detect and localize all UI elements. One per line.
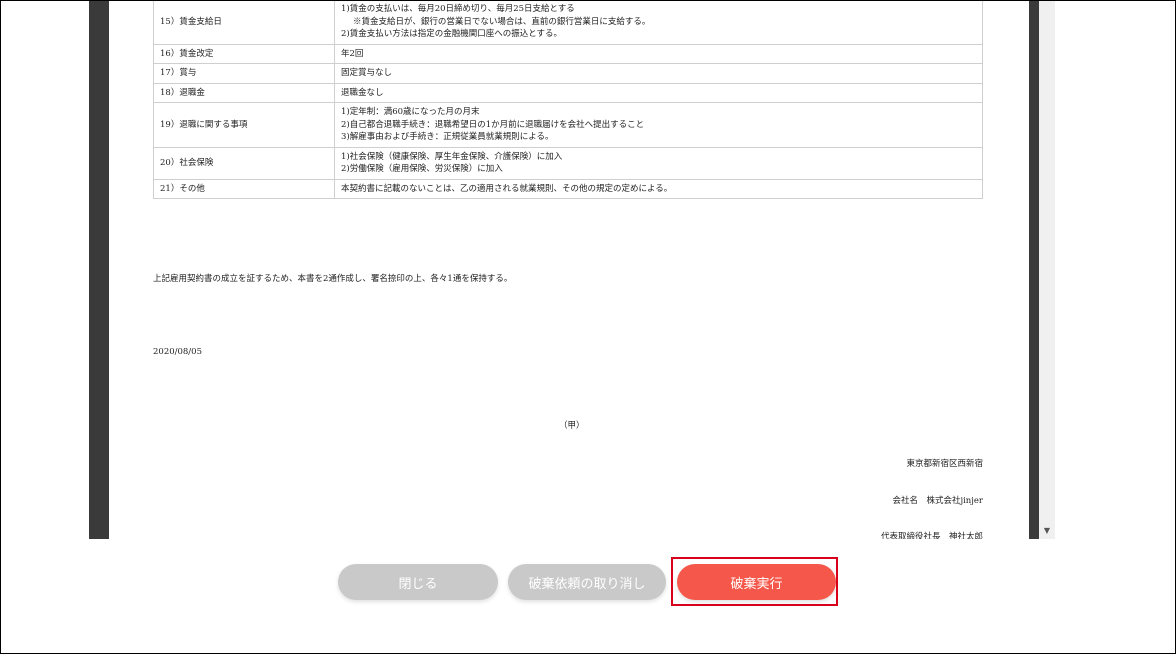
row-value-line: 2)労働保険（雇用保険、労災保険）に加入 bbox=[341, 164, 503, 174]
table-row: 17）賞与 固定賞与なし bbox=[153, 63, 983, 84]
row-value: 年2回 bbox=[334, 43, 983, 64]
row-label: 15）賃金支給日 bbox=[153, 1, 335, 45]
table-row: 21）その他 本契約書に記載のないことは、乙の適用される就業規則、その他の規定の定… bbox=[153, 178, 983, 199]
table-row: 20）社会保険 1)社会保険（健康保険、厚生年金保険、介護保険）に加入 2)労働保険… bbox=[153, 146, 983, 180]
row-value: 1)賃金の支払いは、毎月20日締め切り、毎月25日支給とする ※賃金支給日が、銀行… bbox=[334, 1, 983, 45]
row-value: 1)定年制：満60歳になった月の月末 2)自己都合退職手続き：退職希望日の1か月前… bbox=[334, 102, 983, 148]
party-label: （甲） bbox=[559, 421, 585, 431]
document-viewer[interactable]: 15）賃金支給日 1)賃金の支払いは、毎月20日締め切り、毎月25日支給とする ※賃… bbox=[89, 1, 1055, 539]
cancel-discard-request-button[interactable]: 破棄依頼の取り消し bbox=[508, 564, 666, 600]
viewer-scrollbar[interactable]: ▼ bbox=[1039, 1, 1055, 539]
row-value-line: 年2回 bbox=[341, 48, 364, 59]
row-value: 退職金なし bbox=[334, 82, 983, 103]
company-name: 会社名 株式会社jinjer bbox=[892, 496, 983, 506]
row-value: 1)社会保険（健康保険、厚生年金保険、介護保険）に加入 2)労働保険（雇用保険、労… bbox=[334, 146, 983, 180]
app-frame: 15）賃金支給日 1)賃金の支払いは、毎月20日締め切り、毎月25日支給とする ※賃… bbox=[0, 0, 1176, 654]
execute-discard-button[interactable]: 破棄実行 bbox=[677, 564, 836, 600]
close-button[interactable]: 閉じる bbox=[338, 564, 498, 600]
row-label: 16）賃金改定 bbox=[153, 43, 335, 64]
scroll-down-icon[interactable]: ▼ bbox=[1039, 525, 1055, 537]
row-value: 本契約書に記載のないことは、乙の適用される就業規則、その他の規定の定めによる。 bbox=[334, 178, 983, 199]
document-page: 15）賃金支給日 1)賃金の支払いは、毎月20日締め切り、毎月25日支給とする ※賃… bbox=[109, 1, 1029, 539]
table-row: 16）賃金改定 年2回 bbox=[153, 43, 983, 64]
row-value-line: 2)自己都合退職手続き：退職希望日の1か月前に退職届けを会社へ提出すること bbox=[341, 119, 645, 130]
row-label: 20）社会保険 bbox=[153, 146, 335, 180]
row-value-line: 2)賃金支払い方法は指定の金融機関口座への振込とする。 bbox=[341, 29, 562, 39]
contract-statement: 上記雇用契約書の成立を証するため、本書を2通作成し、署名捺印の上、各々1通を保持… bbox=[153, 274, 513, 284]
company-representative: 代表取締役社長 神社太郎 bbox=[880, 532, 983, 539]
table-row: 18）退職金 退職金なし bbox=[153, 82, 983, 103]
row-value-line: 3)解雇事由および手続き：正規従業員就業規則による。 bbox=[341, 132, 554, 142]
contract-table: 15）賃金支給日 1)賃金の支払いは、毎月20日締め切り、毎月25日支給とする ※賃… bbox=[153, 1, 983, 199]
row-value-line: 1)賃金の支払いは、毎月20日締め切り、毎月25日支給とする bbox=[341, 4, 575, 14]
row-value-line: 本契約書に記載のないことは、乙の適用される就業規則、その他の規定の定めによる。 bbox=[341, 183, 673, 194]
company-address: 東京都新宿区西新宿 bbox=[906, 459, 983, 469]
row-label: 18）退職金 bbox=[153, 82, 335, 103]
row-label: 19）退職に関する事項 bbox=[153, 102, 335, 148]
row-value-line: 1)社会保険（健康保険、厚生年金保険、介護保険）に加入 bbox=[341, 151, 563, 162]
row-value-line: 退職金なし bbox=[341, 87, 384, 98]
row-label: 21）その他 bbox=[153, 178, 335, 199]
row-value: 固定賞与なし bbox=[334, 63, 983, 84]
row-value-line: ※賃金支給日が、銀行の営業日でない場合は、直前の銀行営業日に支給する。 bbox=[353, 16, 651, 27]
row-value-line: 1)定年制：満60歳になった月の月末 bbox=[341, 107, 480, 117]
table-row: 15）賃金支給日 1)賃金の支払いは、毎月20日締め切り、毎月25日支給とする ※賃… bbox=[153, 1, 983, 45]
row-label: 17）賞与 bbox=[153, 63, 335, 84]
row-value-line: 固定賞与なし bbox=[341, 68, 393, 78]
table-row: 19）退職に関する事項 1)定年制：満60歳になった月の月末 2)自己都合退職手続き… bbox=[153, 102, 983, 148]
contract-date: 2020/08/05 bbox=[153, 347, 202, 357]
